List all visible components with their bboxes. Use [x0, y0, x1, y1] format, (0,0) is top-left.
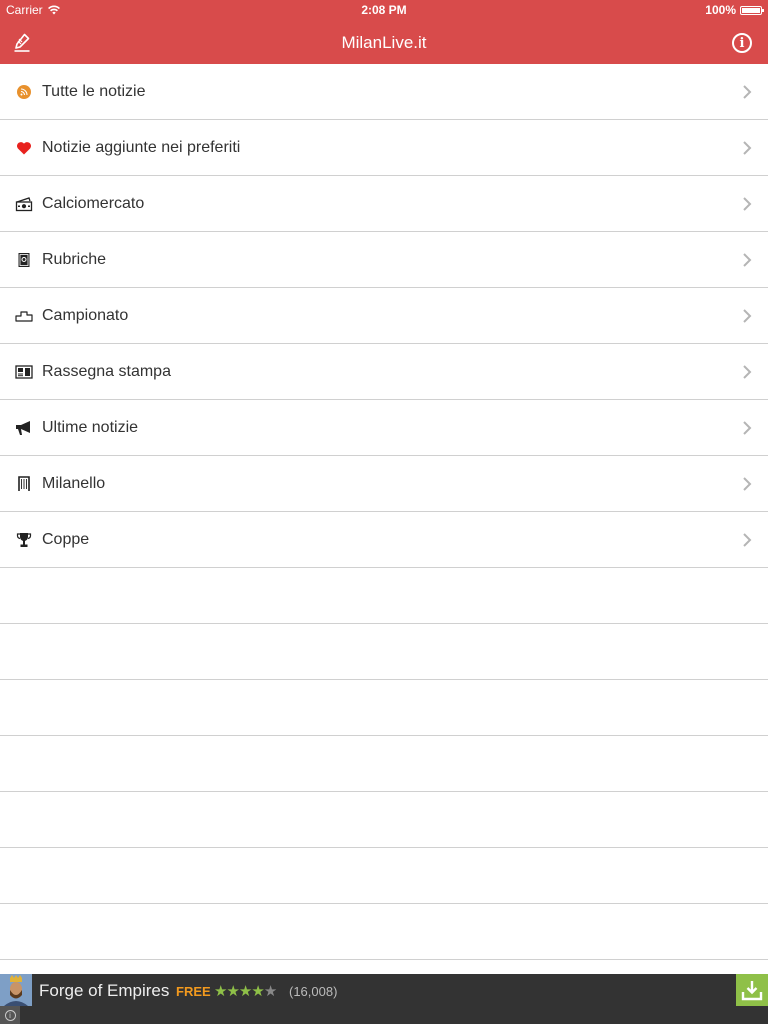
- chevron-right-icon: [743, 253, 752, 267]
- menu-item-ultime-notizie[interactable]: Ultime notizie: [0, 400, 768, 456]
- chevron-right-icon: [743, 533, 752, 547]
- chevron-right-icon: [743, 421, 752, 435]
- ad-rating-stars: ★★★★★: [214, 982, 277, 1000]
- menu-item-label: Ultime notizie: [42, 418, 139, 436]
- star-icon: ★: [214, 983, 227, 1000]
- menu-item-milanello[interactable]: Milanello: [0, 456, 768, 512]
- menu-item-campionato[interactable]: Campionato: [0, 288, 768, 344]
- info-icon: i: [732, 33, 752, 53]
- ad-info-button[interactable]: i: [0, 1006, 20, 1024]
- chevron-right-icon: [743, 197, 752, 211]
- app-header: Carrier 2:08 PM 100% MilanLive.it i: [0, 0, 768, 64]
- megaphone-icon: [15, 419, 33, 437]
- ad-app-icon: [0, 974, 32, 1006]
- ad-rating-count: (16,008): [289, 984, 338, 999]
- menu-item-calciomercato[interactable]: Calciomercato: [0, 176, 768, 232]
- podium-icon: [15, 307, 33, 325]
- empty-row: [0, 624, 768, 680]
- menu-item-rassegna-stampa[interactable]: Rassegna stampa: [0, 344, 768, 400]
- status-right: 100%: [705, 0, 764, 20]
- chevron-right-icon: [743, 477, 752, 491]
- chevron-right-icon: [743, 141, 752, 155]
- star-icon: ★: [238, 983, 252, 1000]
- empty-row: [0, 568, 768, 624]
- menu-item-rubriche[interactable]: Rubriche: [0, 232, 768, 288]
- battery-icon: [740, 5, 764, 15]
- menu-item-coppe[interactable]: Coppe: [0, 512, 768, 568]
- star-icon: ★: [263, 983, 277, 1000]
- menu-item-label: Calciomercato: [42, 194, 145, 212]
- menu-item-label: Tutte le notizie: [42, 82, 146, 100]
- menu-list: Tutte le notizie Notizie aggiunte nei pr…: [0, 64, 768, 960]
- ad-price: FREE: [176, 984, 211, 999]
- empty-row: [0, 792, 768, 848]
- menu-item-tutte-le-notizie[interactable]: Tutte le notizie: [0, 64, 768, 120]
- empty-row: [0, 848, 768, 904]
- heart-icon: [15, 139, 33, 157]
- ad-banner[interactable]: Forge of Empires FREE ★★★★★ (16,008) i: [0, 974, 768, 1024]
- status-bar: Carrier 2:08 PM 100%: [0, 0, 768, 20]
- newspaper-icon: [15, 363, 33, 381]
- ad-title: Forge of Empires: [39, 981, 170, 1000]
- chevron-right-icon: [743, 85, 752, 99]
- menu-item-label: Coppe: [42, 530, 90, 548]
- ad-download-button[interactable]: [736, 974, 768, 1006]
- menu-item-label: Notizie aggiunte nei preferiti: [42, 138, 241, 156]
- empty-row: [0, 680, 768, 736]
- chevron-right-icon: [743, 365, 752, 379]
- menu-item-label: Rassegna stampa: [42, 362, 171, 380]
- money-icon: [15, 195, 33, 213]
- page-title: MilanLive.it: [341, 33, 427, 52]
- chevron-right-icon: [743, 309, 752, 323]
- trophy-icon: [15, 531, 33, 549]
- book-icon: [15, 251, 33, 269]
- download-icon: [741, 981, 763, 1001]
- battery-percent: 100%: [705, 3, 736, 17]
- empty-row: [0, 736, 768, 792]
- menu-item-preferiti[interactable]: Notizie aggiunte nei preferiti: [0, 120, 768, 176]
- rss-icon: [15, 83, 33, 101]
- goalpost-icon: [15, 475, 33, 493]
- star-icon: ★: [251, 983, 264, 1000]
- menu-item-label: Milanello: [42, 474, 106, 492]
- empty-row: [0, 904, 768, 960]
- status-time: 2:08 PM: [361, 3, 407, 17]
- info-button[interactable]: i: [726, 30, 758, 56]
- star-icon: ★: [226, 983, 239, 1000]
- menu-item-label: Campionato: [42, 306, 129, 324]
- info-icon: i: [4, 1009, 16, 1021]
- menu-item-label: Rubriche: [42, 250, 107, 268]
